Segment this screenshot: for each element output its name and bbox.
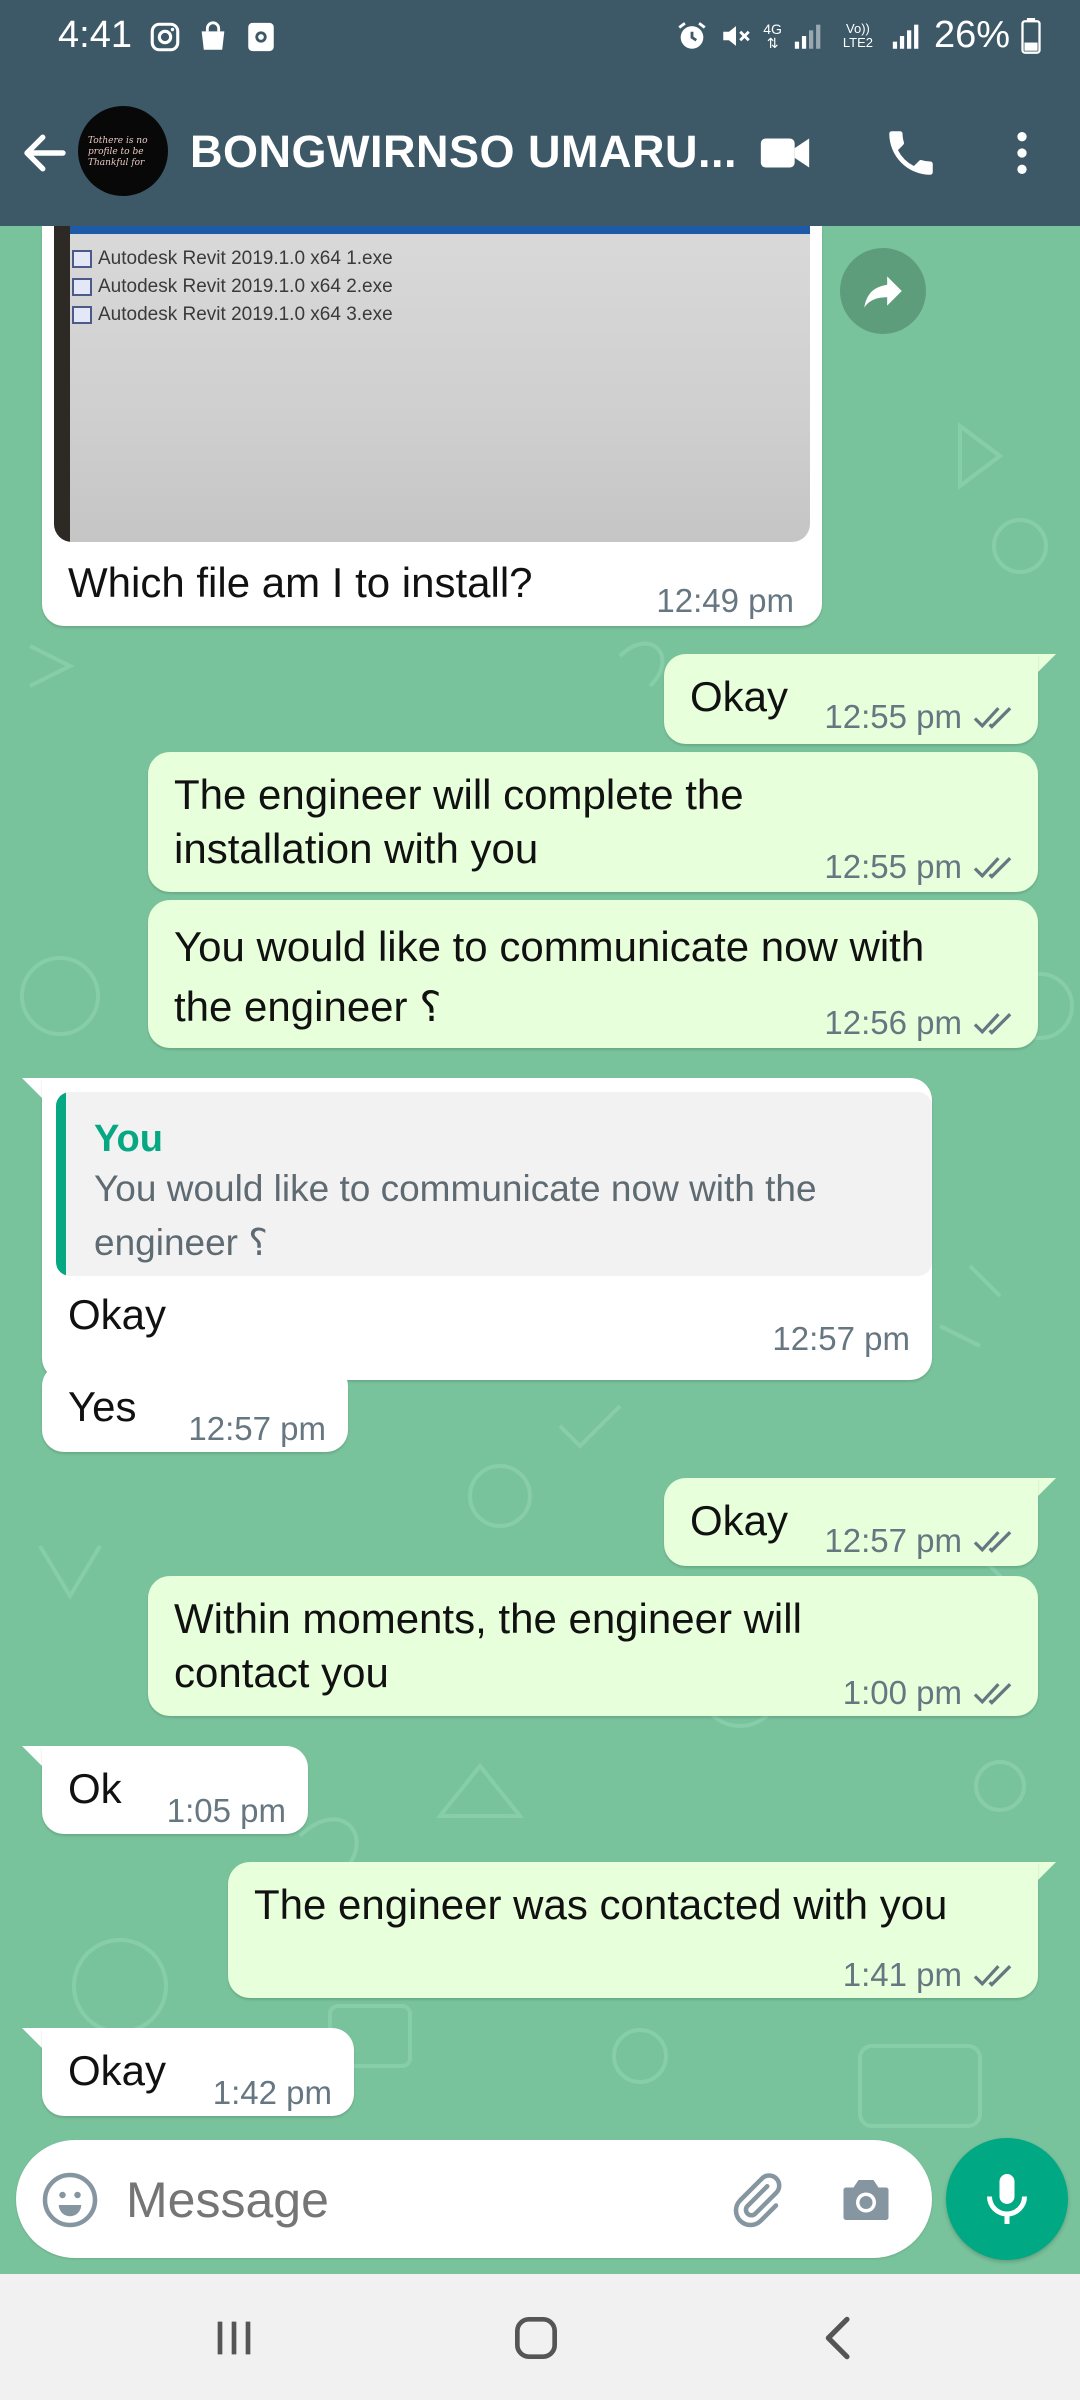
video-call-icon[interactable] [756, 124, 814, 182]
forward-button[interactable] [840, 248, 926, 334]
double-check-icon [973, 1531, 1012, 1553]
message-time: 1:42 pm [212, 2074, 332, 2111]
network-4g-icon: 4G ⇅ [763, 20, 782, 51]
exe-file-icon [72, 306, 92, 324]
message-time: 12:56 pm [824, 1004, 962, 1041]
volte-icon: Vo)) LTE2 [842, 20, 873, 50]
home-icon[interactable] [508, 2310, 564, 2366]
message-text: The engineer was contacted with you [254, 1881, 948, 1928]
shopping-bag-icon [201, 21, 225, 50]
message-time: 12:57 pm [772, 1320, 910, 1357]
message-meta: 1:41 pm [843, 1948, 1016, 2002]
more-options-icon[interactable] [994, 124, 1050, 182]
incoming-reply-message[interactable]: You You would like to communicate now wi… [42, 1078, 932, 1380]
incoming-message[interactable]: Ok 1:05 pm [42, 1746, 308, 1834]
mic-button[interactable] [946, 2138, 1068, 2260]
avatar-text: Tothere is no profile to be Thankful for [88, 136, 148, 168]
list-item: Autodesk Revit 2019.1.0 x64 3.exe [72, 288, 393, 342]
double-check-icon [973, 857, 1012, 879]
signal-icon [794, 24, 821, 49]
message-meta: 12:55 pm [824, 690, 1016, 744]
message-text-line: You would like to communicate now with [174, 923, 925, 970]
chat-area[interactable]: Autodesk Revit 2019.1.0 x64 1.exe Autode… [0, 226, 1080, 2266]
back-icon[interactable] [812, 2310, 868, 2366]
quote-text-line: engineer ؟ [94, 1222, 268, 1263]
battery-icon [1021, 17, 1041, 54]
recent-apps-icon[interactable] [206, 2310, 262, 2366]
back-arrow-icon[interactable] [18, 126, 72, 180]
chat-header: Tothere is no profile to be Thankful for… [0, 78, 1080, 226]
outgoing-message[interactable]: The engineer was contacted with you 1:41… [228, 1862, 1038, 1998]
message-time: 1:00 pm [842, 1674, 962, 1711]
message-input[interactable] [126, 2170, 686, 2230]
message-text: Okay [690, 673, 789, 720]
message-text: Okay [68, 1291, 167, 1338]
contact-name[interactable]: BONGWIRNSO UMARU... [190, 126, 737, 178]
message-composer [16, 2140, 932, 2258]
forward-icon [864, 276, 902, 308]
message-time: 12:57 pm [824, 1522, 962, 1559]
outgoing-message[interactable]: The engineer will complete the installat… [148, 752, 1038, 892]
double-check-icon [973, 1965, 1012, 1987]
quote-text-line: You would like to communicate now with t… [94, 1168, 817, 1209]
status-time: 4:41 [58, 14, 132, 56]
battery-percent: 26% [933, 14, 1010, 56]
image-message-bubble[interactable]: Autodesk Revit 2019.1.0 x64 1.exe Autode… [42, 226, 822, 626]
message-meta: 12:56 pm [824, 996, 1016, 1050]
message-time: 12:55 pm [824, 698, 962, 735]
outgoing-message[interactable]: Within moments, the engineer will contac… [148, 1576, 1038, 1716]
attach-icon[interactable] [726, 2170, 786, 2230]
status-bar: 4:41 4G ⇅ Vo)) LTE2 26% [0, 0, 1080, 78]
message-text: Ok [68, 1765, 122, 1812]
message-text-line: installation with you [174, 825, 539, 872]
camera-icon[interactable] [836, 2170, 896, 2230]
message-text: Okay [68, 2047, 167, 2094]
message-time: 1:41 pm [842, 1956, 962, 1993]
message-meta: 12:57 pm [824, 1514, 1016, 1568]
message-meta: 1:00 pm [843, 1666, 1016, 1720]
message-text-line: The engineer will complete the [174, 771, 744, 818]
system-nav-bar [0, 2274, 1080, 2400]
quote-author: You [94, 1118, 163, 1160]
message-text: Which file am I to install? [68, 559, 533, 606]
emoji-icon[interactable] [40, 2170, 100, 2230]
mute-icon [723, 25, 751, 46]
message-text-line: contact you [174, 1649, 389, 1696]
outgoing-message[interactable]: Okay 12:57 pm [664, 1478, 1038, 1566]
screen-record-icon [248, 22, 274, 52]
message-time: 12:55 pm [824, 848, 962, 885]
signal-icon [892, 24, 919, 49]
double-check-icon [973, 1013, 1012, 1035]
message-text-line: Within moments, the engineer will [174, 1595, 802, 1642]
instagram-icon [150, 22, 180, 52]
alarm-icon [678, 21, 706, 49]
double-check-icon [973, 1683, 1012, 1705]
message-text-line: the engineer ؟ [174, 983, 442, 1030]
message-time: 1:05 pm [166, 1792, 286, 1829]
message-text: Okay [690, 1497, 789, 1544]
voice-call-icon[interactable] [882, 124, 940, 182]
outgoing-message[interactable]: Okay 12:55 pm [664, 654, 1038, 744]
message-meta: 12:55 pm [824, 840, 1016, 894]
incoming-message[interactable]: Okay 1:42 pm [42, 2028, 354, 2116]
message-time: 12:49 pm [656, 582, 794, 619]
message-text: Yes [68, 1383, 137, 1430]
quoted-message[interactable]: You You would like to communicate now wi… [56, 1092, 932, 1276]
file-list-photo[interactable]: Autodesk Revit 2019.1.0 x64 1.exe Autode… [54, 226, 810, 542]
outgoing-message[interactable]: You would like to communicate now with t… [148, 900, 1038, 1048]
avatar[interactable]: Tothere is no profile to be Thankful for [78, 106, 168, 196]
message-time: 12:57 pm [188, 1410, 326, 1447]
incoming-message[interactable]: Yes 12:57 pm [42, 1364, 348, 1452]
mic-icon [987, 2174, 1027, 2224]
double-check-icon [973, 707, 1012, 729]
